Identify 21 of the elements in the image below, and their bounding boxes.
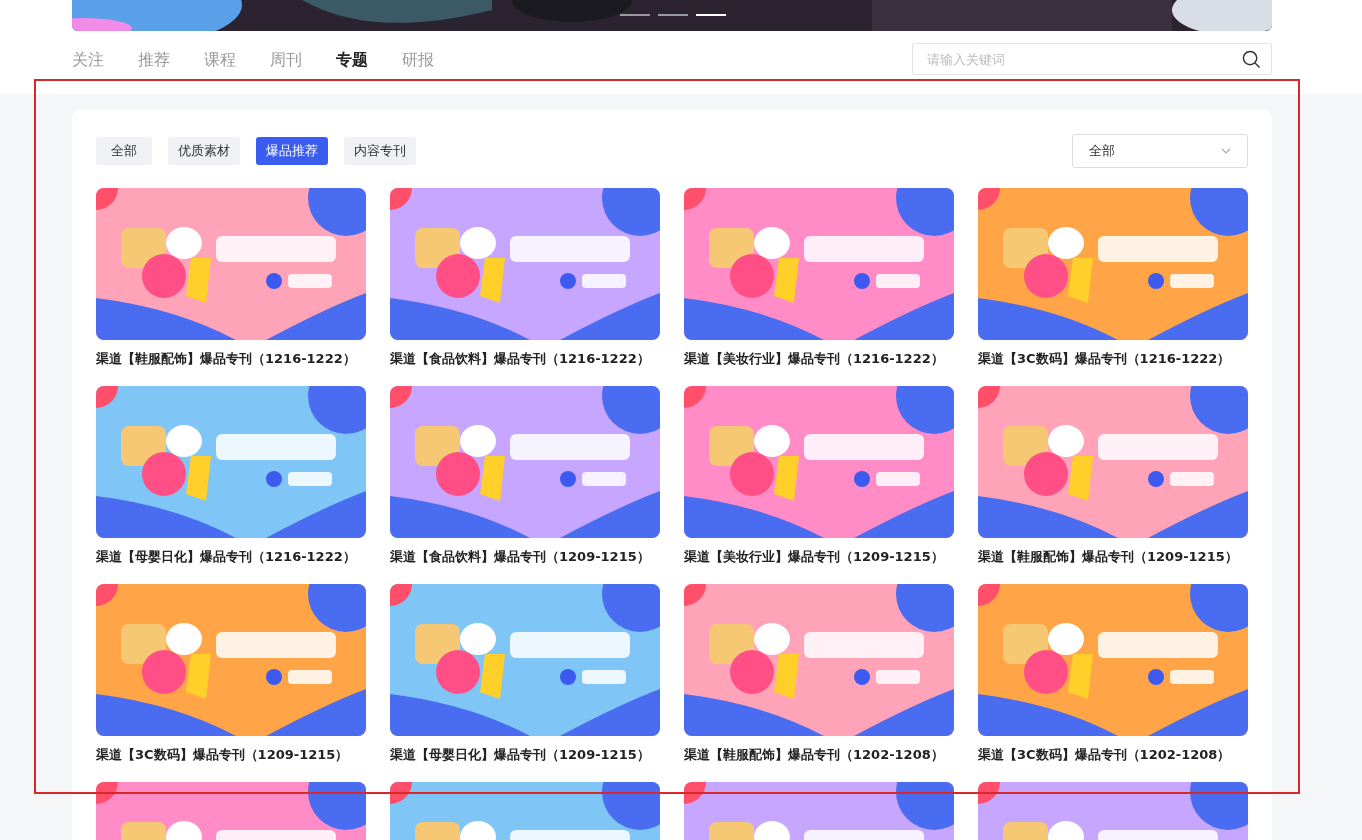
card-title[interactable]: 渠道【母婴日化】爆品专刊（1216-1222）	[96, 548, 366, 566]
card-title[interactable]: 渠道【食品饮料】爆品专刊（1216-1222）	[390, 350, 660, 368]
card-title[interactable]: 渠道【母婴日化】爆品专刊（1209-1215）	[390, 746, 660, 764]
card-title[interactable]: 渠道【鞋服配饰】爆品专刊（1209-1215）	[978, 548, 1248, 566]
card-title[interactable]: 渠道【3C数码】爆品专刊（1202-1208）	[978, 746, 1248, 764]
search-icon[interactable]	[1242, 50, 1261, 69]
card-title[interactable]: 渠道【美妆行业】爆品专刊（1209-1215）	[684, 548, 954, 566]
filter-chip[interactable]: 优质素材	[168, 137, 240, 165]
chevron-down-icon	[1221, 148, 1231, 154]
filter-chip[interactable]: 爆品推荐	[256, 137, 328, 165]
category-dropdown[interactable]: 全部	[1072, 134, 1248, 168]
filter-chip[interactable]: 全部	[96, 137, 152, 165]
card-title[interactable]: 渠道【3C数码】爆品专刊（1216-1222）	[978, 350, 1248, 368]
card-title[interactable]: 渠道【鞋服配饰】爆品专刊（1216-1222）	[96, 350, 366, 368]
filter-chip[interactable]: 内容专刊	[344, 137, 416, 165]
card-title[interactable]: 渠道【美妆行业】爆品专刊（1216-1222）	[684, 350, 954, 368]
card-title[interactable]: 渠道【鞋服配饰】爆品专刊（1202-1208）	[684, 746, 954, 764]
card-title[interactable]: 渠道【食品饮料】爆品专刊（1209-1215）	[390, 548, 660, 566]
search-field[interactable]: 请输入关键词	[912, 43, 1272, 75]
nav-tab[interactable]: 专题	[336, 49, 368, 71]
card-title[interactable]: 渠道【3C数码】爆品专刊（1209-1215）	[96, 746, 366, 764]
